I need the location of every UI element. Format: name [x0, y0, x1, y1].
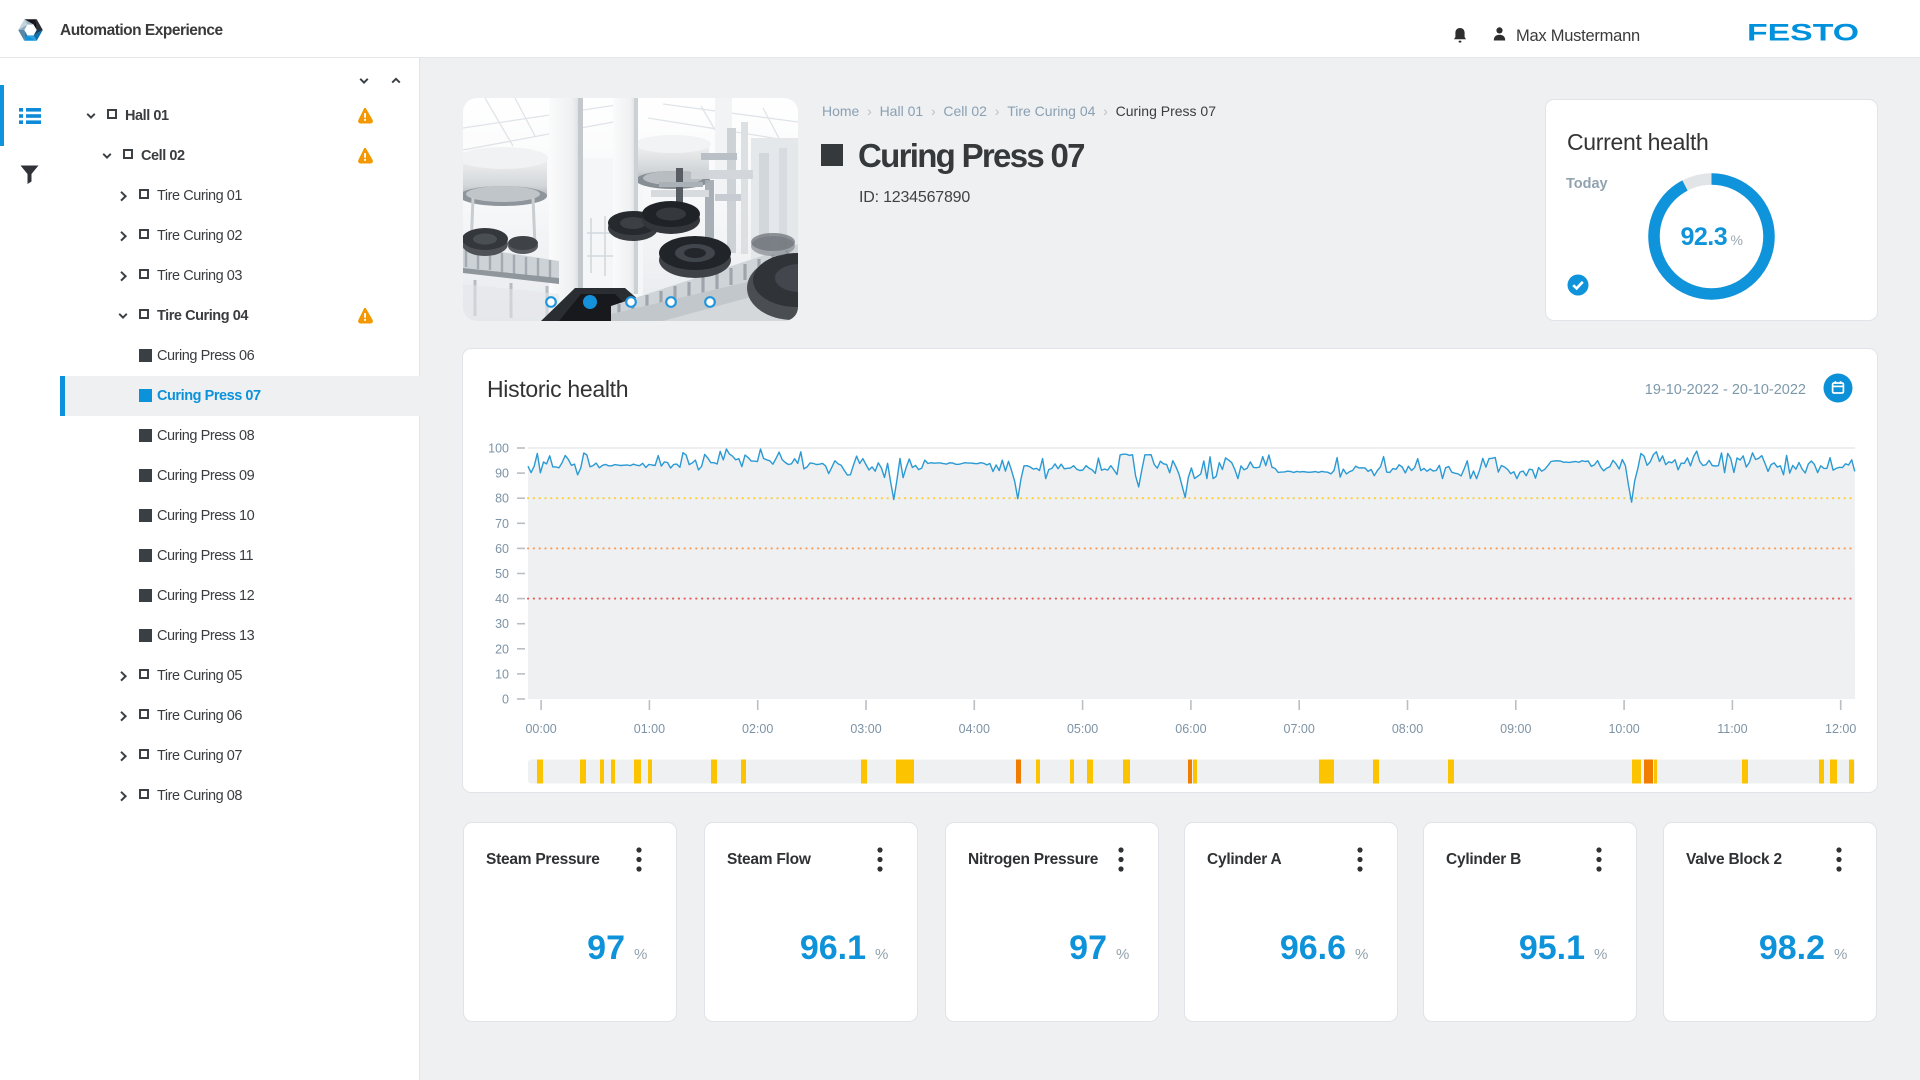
svg-text:11:00: 11:00 [1717, 722, 1747, 736]
svg-text:80: 80 [495, 492, 509, 506]
svg-text:12:00: 12:00 [1825, 722, 1856, 736]
svg-text:06:00: 06:00 [1175, 722, 1206, 736]
svg-text:03:00: 03:00 [850, 722, 881, 736]
svg-text:40: 40 [495, 592, 509, 606]
svg-text:20: 20 [495, 642, 509, 656]
svg-text:FESTO: FESTO [1747, 23, 1859, 43]
svg-text:0: 0 [502, 693, 509, 707]
svg-text:08:00: 08:00 [1392, 722, 1423, 736]
svg-text:70: 70 [495, 517, 509, 531]
svg-text:90: 90 [495, 467, 509, 481]
svg-text:60: 60 [495, 542, 509, 556]
svg-text:05:00: 05:00 [1067, 722, 1098, 736]
svg-text:10:00: 10:00 [1608, 722, 1639, 736]
svg-text:10: 10 [495, 667, 509, 681]
svg-text:07:00: 07:00 [1284, 722, 1315, 736]
svg-text:50: 50 [495, 567, 509, 581]
svg-text:100: 100 [488, 442, 509, 456]
svg-text:01:00: 01:00 [634, 722, 665, 736]
svg-text:04:00: 04:00 [959, 722, 990, 736]
svg-text:02:00: 02:00 [742, 722, 773, 736]
svg-text:09:00: 09:00 [1500, 722, 1531, 736]
svg-text:00:00: 00:00 [525, 722, 556, 736]
svg-text:30: 30 [495, 617, 509, 631]
